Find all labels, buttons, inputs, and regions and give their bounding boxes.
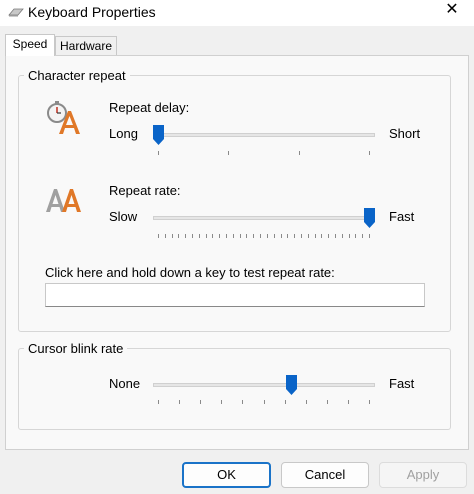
slider-tick: [294, 234, 296, 238]
slider-tick: [232, 234, 234, 238]
slider-tick: [305, 400, 307, 404]
window-title: Keyboard Properties: [28, 4, 156, 20]
apply-button-label: Apply: [406, 467, 440, 482]
repeat-delay-min-label: Long: [109, 126, 138, 141]
slider-tick: [164, 234, 166, 238]
keyboard-icon: [8, 8, 24, 17]
slider-tick: [273, 234, 275, 238]
slider-tick: [171, 234, 173, 238]
cursor-blink-group-label: Cursor blink rate: [24, 341, 128, 356]
slider-tick: [253, 234, 255, 238]
slider-tick: [219, 234, 221, 238]
ok-button-label: OK: [217, 467, 236, 482]
test-repeat-input[interactable]: [45, 283, 425, 307]
slider-tick: [242, 400, 244, 404]
slider-tick: [179, 400, 181, 404]
cancel-button-label: Cancel: [304, 467, 346, 482]
slider-tick: [326, 400, 328, 404]
slider-tick: [355, 234, 357, 238]
slider-tick: [260, 234, 262, 238]
slider-tick: [369, 151, 370, 155]
slider-tick: [178, 234, 180, 238]
cursor-blink-track[interactable]: [153, 383, 375, 387]
cursor-blink-ticks: [153, 400, 375, 406]
tab-hardware-label: Hardware: [59, 39, 113, 53]
repeat-rate-track[interactable]: [153, 216, 375, 220]
cursor-blink-group: [18, 348, 451, 430]
slider-tick: [158, 151, 159, 155]
slider-tick: [307, 234, 309, 238]
slider-tick: [200, 400, 202, 404]
repeat-rate-label: Repeat rate:: [109, 183, 181, 198]
slider-tick: [221, 400, 223, 404]
repeated-letter-icon: [46, 189, 81, 212]
repeat-rate-ticks: [153, 234, 375, 240]
slider-tick: [226, 234, 228, 238]
slider-tick: [198, 234, 200, 238]
slider-tick: [369, 400, 370, 404]
ok-button[interactable]: OK: [182, 462, 271, 488]
slider-tick: [341, 234, 343, 238]
tab-hardware[interactable]: Hardware: [55, 36, 117, 56]
apply-button[interactable]: Apply: [379, 462, 467, 488]
close-button[interactable]: ✕: [430, 0, 474, 22]
repeat-delay-track[interactable]: [153, 133, 375, 137]
cursor-blink-max-label: Fast: [389, 376, 415, 391]
slider-tick: [362, 234, 364, 238]
cancel-button[interactable]: Cancel: [281, 462, 369, 488]
character-repeat-group-label: Character repeat: [24, 68, 130, 83]
slider-tick: [212, 234, 214, 238]
slider-tick: [158, 234, 159, 238]
slider-tick: [321, 234, 323, 238]
slider-tick: [284, 400, 286, 404]
cursor-blink-min-label: None: [109, 376, 141, 391]
repeat-rate-max-label: Fast: [389, 209, 415, 224]
slider-tick: [347, 400, 349, 404]
slider-tick: [280, 234, 282, 238]
slider-tick: [287, 234, 289, 238]
slider-tick: [369, 234, 370, 238]
repeat-rate-min-label: Slow: [109, 209, 138, 224]
repeat-delay-thumb[interactable]: [153, 125, 164, 145]
test-repeat-label: Click here and hold down a key to test r…: [45, 265, 335, 280]
slider-tick: [246, 234, 248, 238]
slider-tick: [266, 234, 268, 238]
stopwatch-letter-icon: [47, 101, 80, 134]
slider-tick: [314, 234, 316, 238]
repeat-delay-label: Repeat delay:: [109, 100, 190, 115]
tab-speed-label: Speed: [12, 37, 48, 51]
slider-tick: [263, 400, 265, 404]
slider-tick: [205, 234, 207, 238]
slider-tick: [185, 234, 187, 238]
close-icon: ✕: [445, 1, 459, 18]
slider-tick: [158, 400, 159, 404]
slider-tick: [328, 234, 330, 238]
slider-tick: [228, 151, 230, 155]
repeat-delay-max-label: Short: [389, 126, 421, 141]
slider-tick: [348, 234, 350, 238]
repeat-rate-thumb[interactable]: [364, 208, 375, 228]
slider-tick: [334, 234, 336, 238]
slider-tick: [192, 234, 194, 238]
slider-tick: [239, 234, 241, 238]
cursor-blink-thumb[interactable]: [285, 375, 297, 395]
repeat-delay-ticks: [153, 151, 375, 157]
title-bar: Keyboard Properties ✕: [0, 0, 474, 26]
slider-tick: [298, 151, 300, 155]
slider-tick: [300, 234, 302, 238]
tab-speed[interactable]: Speed: [5, 34, 55, 56]
